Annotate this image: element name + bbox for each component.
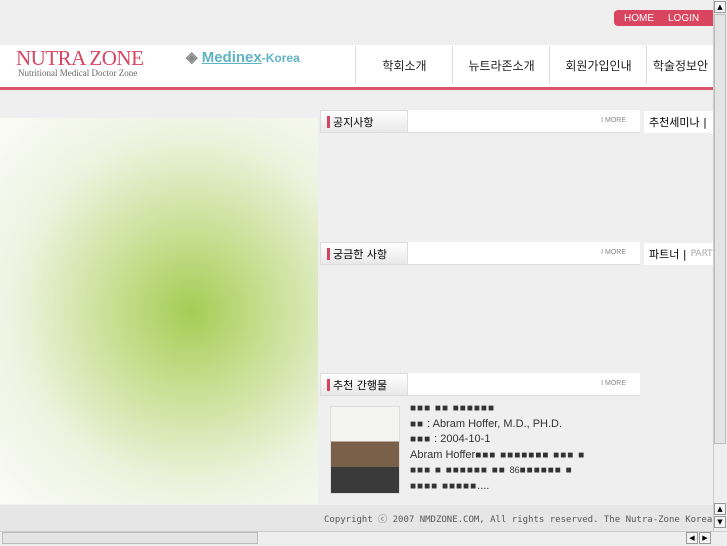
- footer-copyright: Copyright ⓒ 2007 NMDZONE.COM, All rights…: [0, 505, 713, 531]
- leaf-banner-image: [0, 118, 318, 504]
- faq-section: 궁금한 사항 I MORE: [320, 242, 640, 265]
- books-more-link[interactable]: I MORE: [601, 380, 626, 387]
- login-link[interactable]: LOGIN: [668, 13, 699, 24]
- nav-about[interactable]: 학회소개: [355, 46, 453, 84]
- scroll-down-icon[interactable]: ▼: [714, 516, 726, 528]
- desc-start: Abram Hoffer: [410, 448, 476, 461]
- book-date: : 2004-10-1: [431, 433, 491, 445]
- faq-more-link[interactable]: I MORE: [601, 249, 626, 256]
- desc-number: 86: [509, 465, 520, 475]
- desc-text: ■■■■ ■■■■■: [410, 480, 478, 492]
- partner-section: 파트너 |PARTNER: [644, 243, 714, 265]
- books-title[interactable]: 추천 간행물: [320, 373, 408, 395]
- nav-nutrazone[interactable]: 뉴트라존소개: [452, 46, 550, 84]
- medinex-logo[interactable]: ◈ Medinex-Korea: [186, 48, 300, 66]
- horizontal-scroll-thumb[interactable]: [2, 532, 258, 544]
- notice-title[interactable]: 공지사항: [320, 110, 408, 132]
- book-title[interactable]: ■■■ ■■ ■■■■■■: [410, 401, 635, 417]
- partner-title[interactable]: 파트너 |: [649, 246, 687, 262]
- date-label: ■■■: [410, 434, 432, 445]
- scroll-right-icon[interactable]: ▶: [699, 532, 711, 544]
- desc-ellipsis: ....: [477, 479, 490, 492]
- seminar-title[interactable]: 추천세미나 |: [644, 111, 714, 133]
- books-section: 추천 간행물 I MORE: [320, 373, 640, 396]
- book-author: : Abram Hoffer, M.D., PH.D.: [424, 417, 563, 430]
- nav-academic-info[interactable]: 학술정보안: [646, 46, 714, 84]
- notice-more-link[interactable]: I MORE: [601, 117, 626, 124]
- author-label: ■■: [410, 418, 425, 430]
- book-cover-image[interactable]: [330, 406, 400, 494]
- partner-title-en: PARTNER: [690, 249, 714, 259]
- book-description: Abram Hoffer■■■ ■■■■■■■ ■■■ ■ ■■■ ■ ■■■■■…: [410, 448, 635, 495]
- nav-signup[interactable]: 회원가입인내: [549, 46, 647, 84]
- desc-text: ■■■ ■ ■■■■■■ ■■: [410, 465, 510, 476]
- scroll-up-icon[interactable]: ▲: [714, 503, 726, 515]
- vertical-scroll-thumb[interactable]: [714, 14, 726, 444]
- faq-title[interactable]: 궁금한 사항: [320, 242, 408, 264]
- scroll-up-icon[interactable]: ▲: [714, 1, 726, 13]
- home-link[interactable]: HOME: [624, 13, 654, 24]
- book-info: ■■■ ■■ ■■■■■■ ■■ : Abram Hoffer, M.D., P…: [410, 401, 635, 494]
- desc-text: ■■■ ■■■■■■■ ■■■ ■: [475, 449, 586, 461]
- top-links: HOME LOGIN: [614, 10, 714, 26]
- site-logo-subtitle: Nutritional Medical Doctor Zone: [18, 68, 138, 78]
- medinex-icon: ◈: [186, 49, 198, 66]
- desc-text: ■■■■■■ ■: [519, 465, 573, 476]
- notice-section: 공지사항 I MORE: [320, 110, 640, 133]
- scroll-left-icon[interactable]: ◀: [686, 532, 698, 544]
